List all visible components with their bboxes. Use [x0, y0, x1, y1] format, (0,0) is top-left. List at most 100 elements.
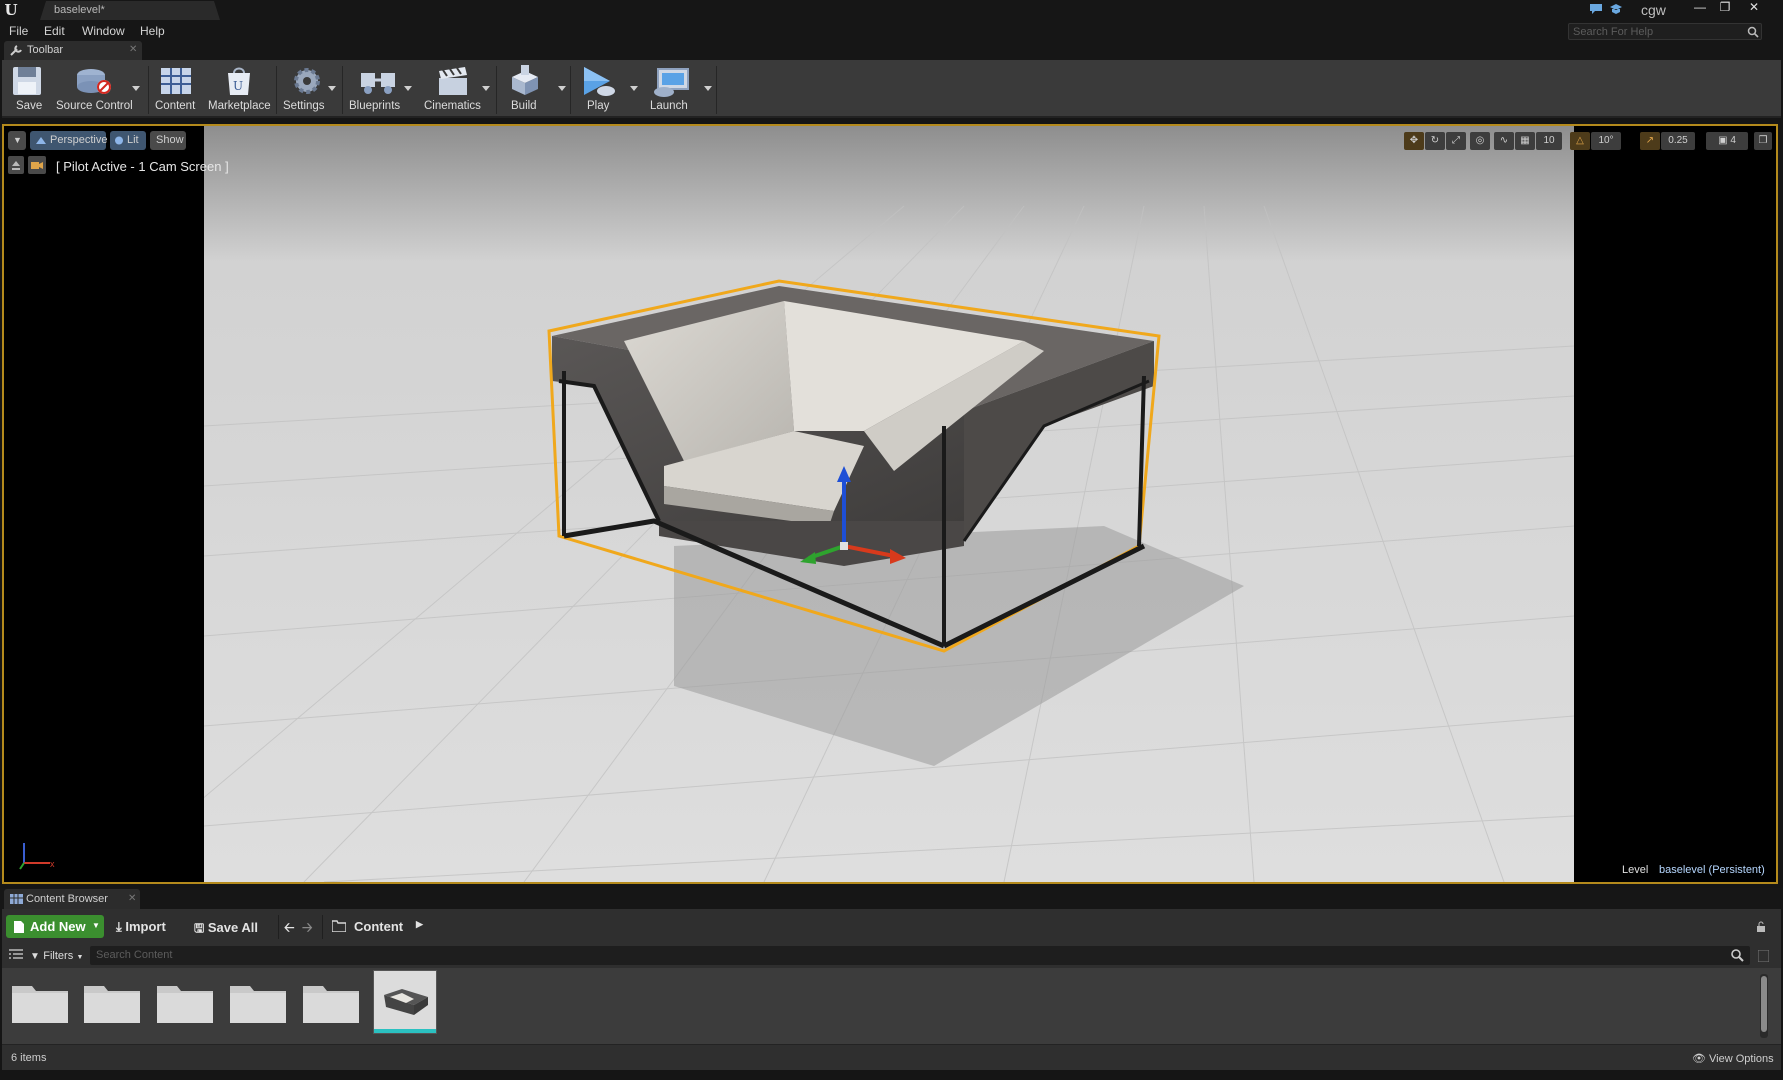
launch-button[interactable]: Launch [644, 60, 700, 118]
forward-arrow-icon[interactable]: 🡢 [302, 919, 313, 941]
help-search-input[interactable]: Search For Help [1568, 23, 1762, 40]
learn-icon[interactable] [1609, 3, 1623, 15]
maximize-viewport-button[interactable]: ❐ [1754, 132, 1772, 150]
folder-icon[interactable] [10, 978, 70, 1024]
grid-snap-toggle[interactable]: ▦ [1515, 132, 1535, 150]
lit-mode-button[interactable]: Lit [110, 131, 146, 150]
scene-render[interactable] [204, 126, 1574, 882]
pilot-active-label: [ Pilot Active - 1 Cam Screen ] [56, 159, 229, 174]
source-control-button[interactable]: Source Control [52, 60, 144, 118]
save-search-icon[interactable] [1758, 950, 1769, 962]
play-button[interactable]: Play [574, 60, 628, 118]
filter-funnel-icon: ▼ [30, 951, 40, 962]
close-button[interactable]: ✕ [1742, 0, 1766, 14]
content-browser-status-bar: 6 items 👁 View Options ▼ [2, 1044, 1781, 1076]
axis-indicator: x [19, 843, 55, 870]
camera-speed-value: 4 [1730, 135, 1736, 146]
folder-icon[interactable] [155, 978, 215, 1024]
show-label: Show [156, 134, 184, 146]
launch-dropdown-icon[interactable] [704, 86, 712, 91]
search-content-input[interactable]: Search Content [90, 946, 1750, 965]
unreal-logo-icon: U [4, 1, 18, 19]
play-dropdown-icon[interactable] [630, 86, 638, 91]
eject-pilot-button[interactable] [8, 156, 24, 174]
user-name: cgw [1641, 2, 1666, 18]
settings-label: Settings [283, 100, 325, 112]
menu-file[interactable]: File [9, 24, 28, 38]
chat-icon[interactable] [1589, 3, 1603, 15]
rotation-snap-value[interactable]: 10° [1591, 132, 1621, 150]
import-button[interactable]: ⤓ Import [116, 919, 166, 935]
close-icon[interactable]: ✕ [129, 44, 137, 55]
perspective-button[interactable]: Perspective [30, 131, 107, 150]
title-bar: U baselevel* cgw — ❐ ✕ [0, 0, 1783, 20]
toolbar-tab[interactable]: Toolbar ✕ [4, 41, 142, 60]
settings-dropdown-icon[interactable] [328, 86, 336, 91]
folder-icon[interactable] [228, 978, 288, 1024]
translate-mode-button[interactable]: ✥ [1404, 132, 1424, 150]
scale-snap-value[interactable]: 0.25 [1661, 132, 1695, 150]
chair-asset-thumbnail[interactable] [373, 970, 437, 1034]
breadcrumb-arrow-icon[interactable]: ▶ [416, 919, 423, 930]
scrollbar-thumb[interactable] [1761, 976, 1767, 1032]
folder-icon[interactable] [301, 978, 361, 1024]
search-icon [1731, 949, 1744, 962]
settings-button[interactable]: Settings [280, 60, 334, 118]
grid-snap-value[interactable]: 10 [1536, 132, 1562, 150]
new-file-icon [14, 921, 24, 933]
main-toolbar: Save Source Control Content U Marketplac… [2, 60, 1781, 118]
build-dropdown-icon[interactable] [558, 86, 566, 91]
launch-icon [654, 68, 689, 97]
camera-speed-button[interactable]: ▣ 4 [1706, 132, 1748, 150]
level-tab[interactable]: baselevel* [40, 1, 220, 20]
globe-icon: ◎ [1475, 135, 1485, 146]
save-label: Save [16, 100, 43, 112]
back-arrow-icon[interactable]: 🡠 [284, 919, 295, 941]
blueprints-dropdown-icon[interactable] [404, 86, 412, 91]
minimize-button[interactable]: — [1688, 0, 1712, 14]
world-space-button[interactable]: ◎ [1470, 132, 1490, 150]
show-button[interactable]: Show [150, 131, 186, 150]
marketplace-button[interactable]: U Marketplace [206, 60, 272, 118]
menu-help[interactable]: Help [140, 24, 165, 38]
asset-scrollbar[interactable] [1760, 974, 1768, 1038]
level-viewport[interactable]: ▼ Perspective Lit Show [ Pilot Active - … [2, 124, 1778, 884]
filters-button[interactable]: ▼ Filters ▼ [30, 948, 83, 962]
rotate-mode-button[interactable]: ↻ [1425, 132, 1445, 150]
camera-speed-icon: ▣ [1718, 135, 1728, 146]
toolbar-tab-label: Toolbar [27, 44, 64, 56]
build-button[interactable]: Build [500, 60, 550, 118]
rotation-snap-toggle[interactable]: △ [1570, 132, 1590, 150]
level-tab-label: baselevel* [54, 4, 105, 16]
maximize-icon: ❐ [1758, 135, 1768, 146]
scale-mode-button[interactable]: ⤢ [1446, 132, 1466, 150]
add-new-button[interactable]: Add New ▼ [6, 915, 104, 938]
save-button[interactable]: Save [6, 60, 48, 118]
menu-window[interactable]: Window [82, 24, 125, 38]
save-all-icon: 🖫 [194, 921, 205, 935]
asset-view [2, 968, 1781, 1044]
content-browser-tab[interactable]: Content Browser ✕ [4, 889, 140, 909]
source-control-dropdown-icon[interactable] [132, 86, 140, 91]
content-browser-tab-strip: Content Browser ✕ [0, 888, 1783, 909]
folder-icon[interactable] [82, 978, 142, 1024]
help-search-placeholder: Search For Help [1573, 26, 1654, 38]
sources-toggle-icon[interactable] [9, 949, 23, 962]
viewport-options-button[interactable]: ▼ [8, 131, 26, 150]
build-icon [512, 65, 538, 95]
blueprints-button[interactable]: Blueprints [346, 60, 408, 118]
scale-snap-toggle[interactable]: ↗ [1640, 132, 1660, 150]
pilot-camera-button[interactable] [28, 156, 46, 174]
wrench-icon [10, 45, 22, 56]
cinematics-dropdown-icon[interactable] [482, 86, 490, 91]
content-button[interactable]: Content [152, 60, 204, 118]
restore-button[interactable]: ❐ [1713, 0, 1737, 14]
surface-snap-button[interactable]: ∿ [1494, 132, 1514, 150]
close-icon[interactable]: ✕ [128, 893, 136, 904]
lock-icon[interactable] [1756, 921, 1766, 932]
breadcrumb-content[interactable]: Content [354, 919, 403, 934]
menu-edit[interactable]: Edit [44, 24, 65, 38]
save-all-button[interactable]: 🖫 Save All [194, 919, 258, 940]
cinematics-button[interactable]: Cinematics [420, 60, 488, 118]
content-browser-toolbar: Add New ▼ ⤓ Import 🖫 Save All 🡠 🡢 Conten… [2, 909, 1781, 944]
